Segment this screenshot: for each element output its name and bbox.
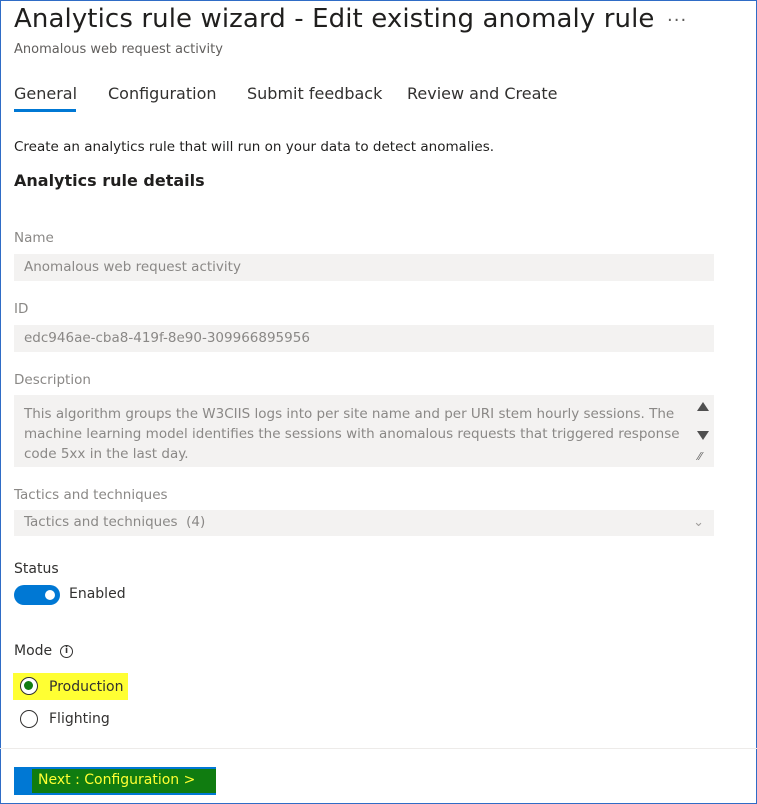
- resize-grip-icon[interactable]: ⁄⁄: [698, 450, 702, 463]
- scroll-down-icon[interactable]: [697, 431, 709, 440]
- tab-general[interactable]: General: [14, 84, 77, 103]
- production-option-label[interactable]: Production: [49, 679, 123, 695]
- name-field[interactable]: Anomalous web request activity: [14, 254, 714, 281]
- tab-configuration[interactable]: Configuration: [108, 84, 217, 103]
- toggle-knob: [45, 590, 55, 600]
- status-label: Status: [14, 561, 59, 577]
- id-label: ID: [14, 301, 29, 317]
- chevron-down-icon: ⌄: [693, 515, 704, 530]
- section-title: Analytics rule details: [14, 171, 205, 190]
- page-title: Analytics rule wizard - Edit existing an…: [14, 4, 655, 34]
- id-field[interactable]: edc946ae-cba8-419f-8e90-309966895956: [14, 325, 714, 352]
- page-subtitle: Anomalous web request activity: [14, 42, 223, 57]
- next-button-label: Next : Configuration >: [38, 772, 196, 788]
- intro-text: Create an analytics rule that will run o…: [14, 139, 495, 155]
- footer-divider: [0, 748, 757, 749]
- mode-label: Mode: [14, 643, 53, 659]
- description-textarea[interactable]: This algorithm groups the W3CIIS logs in…: [14, 395, 714, 467]
- description-scrollbar[interactable]: ⁄⁄: [694, 398, 712, 464]
- next-configuration-button[interactable]: Next : Configuration >: [14, 767, 216, 795]
- tab-submit-feedback[interactable]: Submit feedback: [247, 84, 382, 103]
- tactics-dropdown[interactable]: Tactics and techniques (4) ⌄: [14, 510, 714, 536]
- flighting-option-label[interactable]: Flighting: [49, 711, 110, 727]
- name-label: Name: [14, 230, 54, 246]
- description-label: Description: [14, 372, 91, 388]
- status-toggle[interactable]: [14, 585, 60, 605]
- production-radio[interactable]: [20, 677, 38, 695]
- tab-review-and-create[interactable]: Review and Create: [407, 84, 558, 103]
- tactics-label: Tactics and techniques: [14, 487, 168, 503]
- radio-selected-dot: [24, 681, 33, 690]
- status-toggle-text: Enabled: [69, 586, 126, 602]
- flighting-radio[interactable]: [20, 710, 38, 728]
- scroll-up-icon[interactable]: [697, 402, 709, 411]
- tactics-dropdown-value: Tactics and techniques (4): [24, 514, 206, 530]
- selected-tab-indicator: [14, 109, 76, 112]
- more-options-icon[interactable]: ···: [667, 10, 687, 31]
- info-icon[interactable]: i: [60, 645, 73, 658]
